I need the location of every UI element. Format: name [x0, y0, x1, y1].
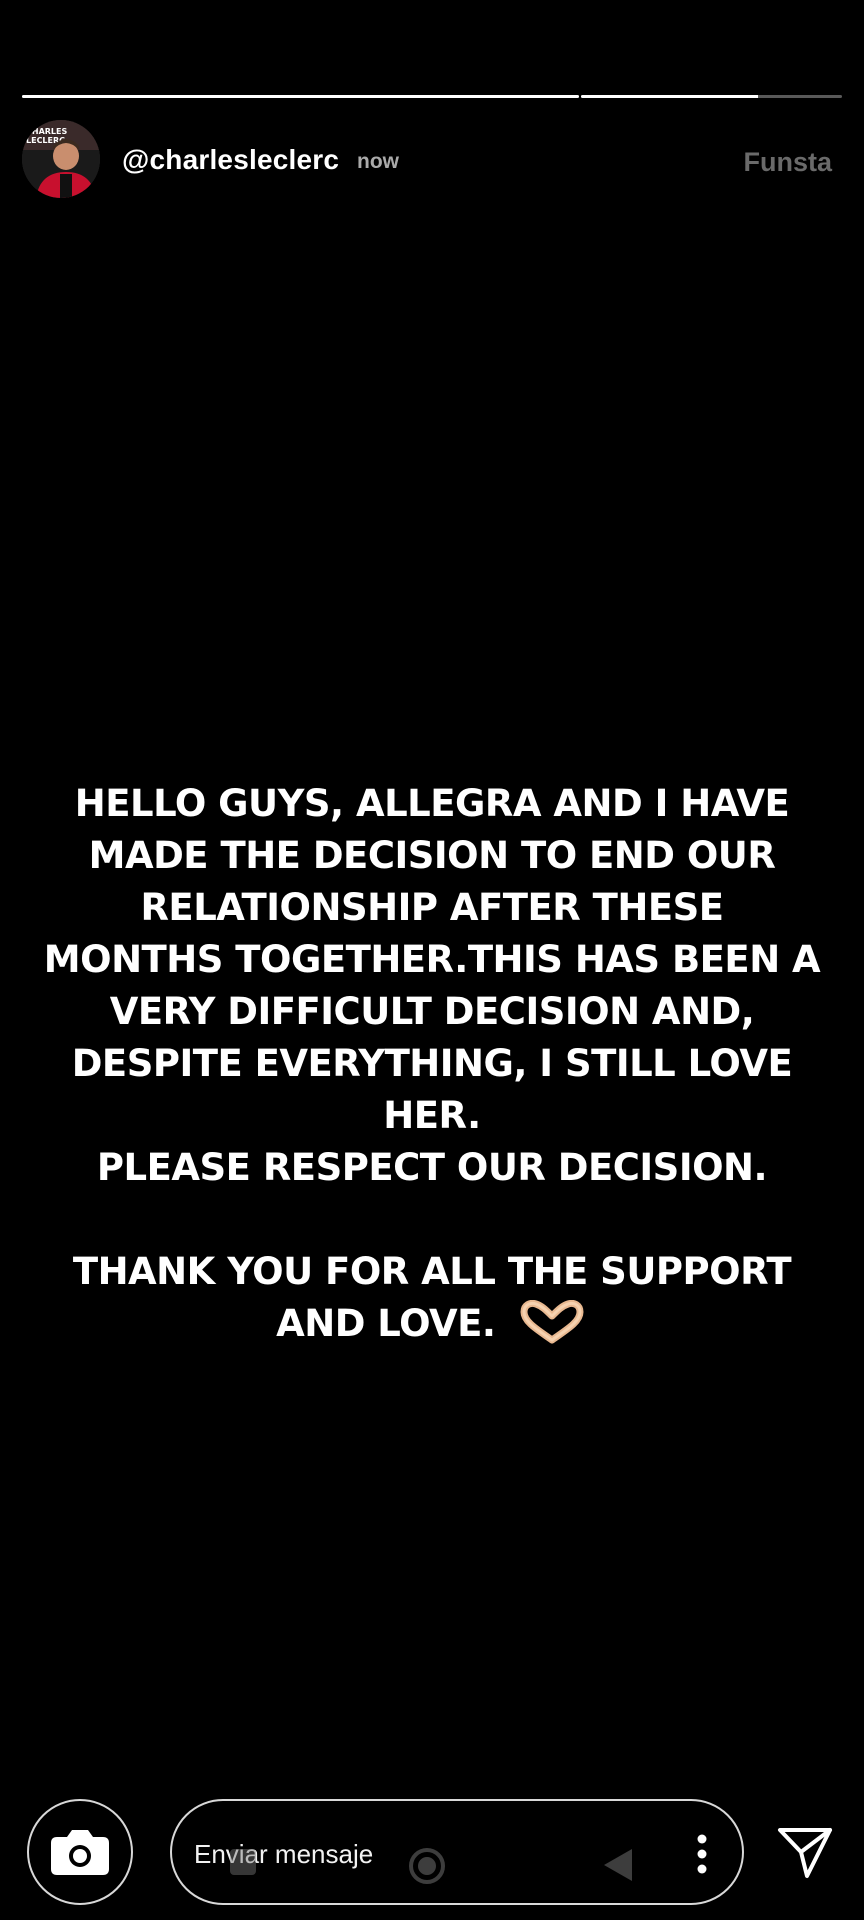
username[interactable]: @charlesleclerc [122, 144, 339, 176]
story-text-line: THANK YOU FOR ALL THE SUPPORT [72, 1250, 792, 1293]
story-text-line: MADE THE DECISION TO END OUR [88, 834, 776, 877]
story-text: HELLO GUYS, ALLEGRA AND I HAVE MADE THE … [30, 778, 834, 1350]
story-text-line: HELLO GUYS, ALLEGRA AND I HAVE [74, 782, 790, 825]
nav-back-ghost-icon [602, 1847, 634, 1883]
svg-text:CHARLES: CHARLES [26, 127, 67, 136]
story-text-line: AND LOVE. [276, 1302, 496, 1345]
story-text-line: VERY DIFFICULT DECISION AND, [109, 990, 755, 1033]
story-text-spacer [30, 1194, 834, 1246]
watermark: Funsta [743, 147, 832, 177]
progress-segment-2 [580, 95, 842, 98]
story-text-line: MONTHS TOGETHER.THIS HAS BEEN A [43, 938, 821, 981]
nav-home-ghost-icon [408, 1847, 446, 1885]
message-placeholder: Enviar mensaje [194, 1839, 374, 1869]
story-text-line: PLEASE RESPECT OUR DECISION. [96, 1146, 768, 1189]
story-text-line: HER. [383, 1094, 481, 1137]
send-button[interactable] [775, 1822, 835, 1882]
camera-button[interactable] [27, 1799, 133, 1905]
more-vertical-icon[interactable] [696, 1834, 708, 1874]
progress-fill-1 [22, 95, 579, 98]
send-icon [778, 1828, 832, 1878]
nav-recents-ghost-icon [230, 1849, 256, 1875]
heart-hands-icon [516, 1299, 588, 1344]
avatar-image: CHARLES LECLERC [22, 120, 100, 198]
story-header: CHARLES LECLERC @charlesleclerc now Funs… [22, 120, 842, 200]
story-text-last-line: AND LOVE. [30, 1298, 834, 1350]
avatar[interactable]: CHARLES LECLERC [22, 120, 100, 198]
story-text-line: RELATIONSHIP AFTER THESE [140, 886, 724, 929]
story-progress [22, 95, 842, 99]
progress-fill-2 [580, 95, 759, 98]
timestamp: now [357, 150, 399, 173]
story-text-line: DESPITE EVERYTHING, I STILL LOVE [71, 1042, 793, 1085]
progress-segment-1 [22, 95, 579, 98]
camera-icon [51, 1830, 109, 1875]
message-input[interactable]: Enviar mensaje [170, 1799, 744, 1905]
